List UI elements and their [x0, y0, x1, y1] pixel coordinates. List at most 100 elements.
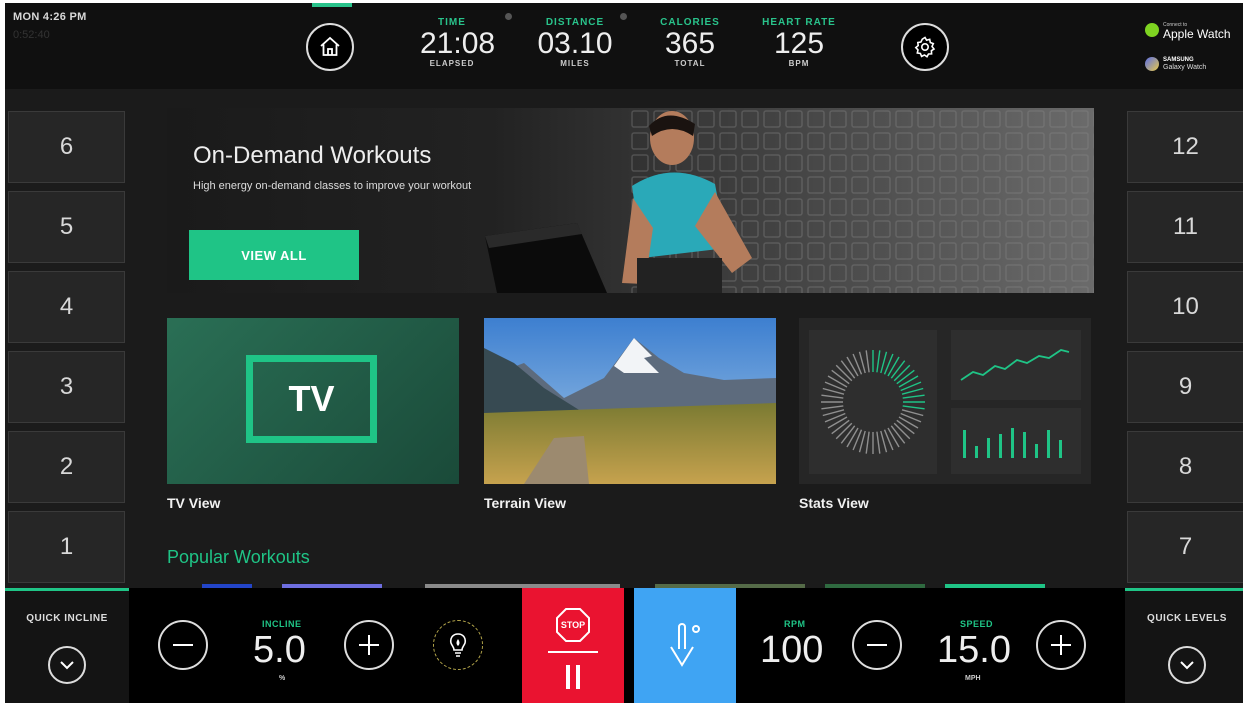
ring-tick — [846, 427, 859, 448]
clock: MON 4:26 PM — [13, 11, 87, 23]
ring-tick — [898, 416, 919, 429]
metric-indicator-dot — [620, 13, 627, 20]
ring-tick — [898, 375, 919, 388]
speed-decrease-button[interactable] — [852, 620, 902, 670]
ring-tick — [890, 425, 906, 444]
samsung-watch-badge[interactable]: SAMSUNG Galaxy Watch — [1145, 54, 1206, 74]
quick-levels-accent — [1125, 588, 1243, 591]
stats-view-tile[interactable] — [799, 318, 1091, 484]
ring-tick — [846, 356, 859, 377]
ring-tick — [840, 425, 856, 444]
plus-icon — [1051, 635, 1071, 655]
hero-subtitle: High energy on-demand classes to improve… — [193, 180, 472, 192]
ring-tick — [840, 360, 856, 379]
eco-mode-button[interactable] — [433, 620, 483, 670]
speed-level-8[interactable]: 8 — [1127, 431, 1243, 503]
ring-tick — [835, 422, 853, 440]
ring-tick — [902, 394, 925, 399]
metric-distance-unit: MILES — [560, 59, 590, 68]
speed-unit: MPH — [965, 675, 981, 682]
incline-level-3[interactable]: 3 — [8, 351, 125, 423]
galaxy-watch-icon — [1145, 57, 1159, 71]
metric-time-unit: ELAPSED — [429, 59, 475, 68]
terrain-view-label: Terrain View — [484, 495, 566, 511]
speed-increase-button[interactable] — [1036, 620, 1086, 670]
stop-label: STOP — [560, 620, 586, 630]
ring-tick — [865, 350, 870, 373]
ring-tick — [896, 419, 915, 435]
thermometer-down-icon — [670, 622, 700, 667]
speed-level-9[interactable]: 9 — [1127, 351, 1243, 423]
ring-tick — [876, 431, 881, 454]
metric-distance: DISTANCE 03.10 MILES — [533, 17, 617, 68]
ring-tick — [890, 360, 906, 379]
minus-icon — [867, 644, 887, 646]
speed-level-12[interactable]: 12 — [1127, 111, 1243, 183]
metric-time: TIME 21:08 ELAPSED — [420, 17, 495, 68]
tv-view-tile[interactable]: TV — [167, 318, 459, 484]
apple-watch-badge[interactable]: Connect to Apple Watch — [1145, 20, 1231, 40]
samsung-watch-brand: SAMSUNG — [1163, 57, 1194, 63]
metric-calories: CALORIES 365 TOTAL — [650, 17, 730, 68]
ring-tick — [821, 405, 844, 410]
speed-label: SPEED — [960, 619, 994, 629]
quick-levels-label: QUICK LEVELS — [1147, 613, 1227, 624]
incline-increase-button[interactable] — [344, 620, 394, 670]
bar-graphic — [963, 428, 1062, 458]
stop-divider — [548, 651, 598, 653]
metric-distance-value: 03.10 — [537, 27, 613, 60]
stats-bar-panel — [951, 408, 1081, 474]
speed-level-7[interactable]: 7 — [1127, 511, 1243, 583]
stop-pause-button[interactable]: STOP — [522, 588, 624, 703]
quick-incline-button[interactable] — [48, 646, 86, 684]
ring-tick — [827, 375, 848, 388]
speed-value: 15.0 — [937, 629, 1011, 671]
ring-tick — [831, 419, 850, 435]
ring-tick — [896, 369, 915, 385]
speed-level-10[interactable]: 10 — [1127, 271, 1243, 343]
hero-title: On-Demand Workouts — [193, 142, 432, 169]
speed-level-11[interactable]: 11 — [1127, 191, 1243, 263]
incline-level-1[interactable]: 1 — [8, 511, 125, 583]
apple-watch-name: Apple Watch — [1163, 27, 1231, 41]
incline-level-2[interactable]: 2 — [8, 431, 125, 503]
metric-indicator-dot — [505, 13, 512, 20]
quick-levels-panel: QUICK LEVELS — [1125, 588, 1243, 703]
incline-value: 5.0 — [253, 629, 306, 671]
terrain-view-tile[interactable] — [484, 318, 776, 484]
plus-icon — [359, 635, 379, 655]
tv-view-label: TV View — [167, 495, 221, 511]
quick-incline-panel: QUICK INCLINE — [5, 588, 129, 703]
incline-level-6[interactable]: 6 — [8, 111, 125, 183]
on-demand-banner: On-Demand Workouts High energy on-demand… — [167, 108, 1094, 293]
pause-icon — [566, 665, 580, 689]
popular-workouts-heading: Popular Workouts — [167, 547, 310, 567]
stats-view-label: Stats View — [799, 495, 869, 511]
incline-unit: % — [279, 675, 286, 682]
control-bar: QUICK INCLINE INCLINE 5.0 % STOP RPM 100… — [5, 588, 1243, 703]
incline-level-4[interactable]: 4 — [8, 271, 125, 343]
quick-levels-button[interactable] — [1168, 646, 1206, 684]
cooldown-button[interactable] — [634, 588, 736, 703]
ring-tick — [835, 364, 853, 382]
ring-tick — [821, 394, 844, 399]
chevron-down-icon — [60, 661, 74, 670]
metric-heart-rate-unit: BPM — [788, 59, 810, 68]
quick-incline-accent — [5, 588, 129, 591]
ring-tick — [865, 431, 870, 454]
stats-ring-panel — [809, 330, 937, 474]
home-button[interactable] — [306, 23, 354, 71]
ring-tick — [902, 405, 925, 410]
ring-tick — [887, 356, 900, 377]
ring-tick — [893, 364, 911, 382]
metric-calories-value: 365 — [664, 27, 716, 60]
incline-level-5[interactable]: 5 — [8, 191, 125, 263]
incline-decrease-button[interactable] — [158, 620, 208, 670]
quick-incline-label: QUICK INCLINE — [26, 613, 108, 624]
home-icon — [320, 36, 340, 56]
stats-line-panel — [951, 330, 1081, 400]
view-all-button[interactable]: VIEW ALL — [189, 230, 359, 280]
settings-button[interactable] — [901, 23, 949, 71]
minus-icon — [173, 644, 193, 646]
tv-badge: TV — [246, 355, 377, 443]
